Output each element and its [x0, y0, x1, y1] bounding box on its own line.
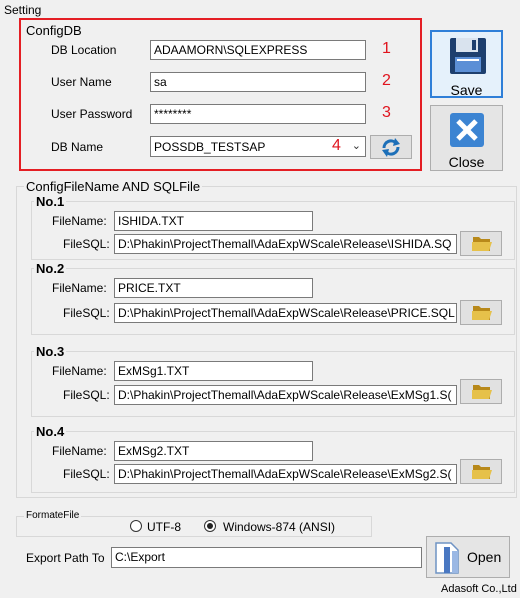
config-files-title: ConfigFileName AND SQLFile: [24, 179, 203, 194]
open-button[interactable]: Open: [426, 536, 510, 578]
filesql-input-3[interactable]: D:\Phakin\ProjectThemall\AdaExpWScale\Re…: [114, 385, 457, 405]
browse-button-4[interactable]: [460, 459, 502, 484]
db-location-label: DB Location: [51, 43, 117, 57]
marker-1: 1: [382, 40, 391, 57]
radio-windows874-label[interactable]: Windows-874 (ANSI): [223, 520, 335, 534]
user-password-input[interactable]: ********: [150, 104, 366, 124]
filename-label-3: FileName:: [52, 364, 107, 378]
user-password-label: User Password: [51, 107, 133, 121]
floppy-disk-icon: [450, 38, 486, 74]
footer-company: Adasoft Co.,Ltd: [441, 583, 517, 595]
format-file-title: FormateFile: [24, 510, 82, 521]
user-name-label: User Name: [51, 75, 112, 89]
filesql-label-1: FileSQL:: [63, 237, 110, 251]
filename-label-2: FileName:: [52, 281, 107, 295]
folder-icon: [472, 237, 492, 251]
radio-windows874[interactable]: [204, 520, 216, 532]
user-name-input[interactable]: sa: [150, 72, 366, 92]
save-label: Save: [450, 82, 483, 98]
filename-label-1: FileName:: [52, 214, 107, 228]
close-label: Close: [448, 154, 485, 170]
file-item-2-title: No.2: [34, 261, 67, 276]
close-button[interactable]: Close: [430, 105, 503, 171]
refresh-icon: [382, 138, 400, 157]
folder-icon: [472, 465, 492, 479]
marker-3: 3: [382, 104, 391, 121]
filename-input-3[interactable]: ExMSg1.TXT: [114, 361, 313, 381]
radio-utf8[interactable]: [130, 520, 142, 532]
browse-button-1[interactable]: [460, 231, 502, 256]
config-db-title: ConfigDB: [26, 23, 82, 38]
file-item-4-title: No.4: [34, 424, 67, 439]
export-path-input[interactable]: C:\Export: [111, 547, 422, 568]
filename-label-4: FileName:: [52, 444, 107, 458]
filesql-label-4: FileSQL:: [63, 467, 110, 481]
open-file-icon: [435, 542, 459, 574]
db-name-value: POSSDB_TESTSAP: [154, 140, 266, 154]
db-location-input[interactable]: ADAAMORN\SQLEXPRESS: [150, 40, 366, 60]
browse-button-3[interactable]: [460, 379, 502, 404]
marker-4: 4: [332, 137, 341, 154]
chevron-down-icon[interactable]: ⌄: [352, 137, 361, 156]
file-item-1-title: No.1: [34, 194, 67, 209]
marker-2: 2: [382, 72, 391, 89]
folder-icon: [472, 385, 492, 399]
filesql-input-1[interactable]: D:\Phakin\ProjectThemall\AdaExpWScale\Re…: [114, 234, 457, 254]
window-title: Setting: [4, 3, 42, 17]
radio-utf8-label[interactable]: UTF-8: [147, 520, 181, 534]
filesql-label-2: FileSQL:: [63, 306, 110, 320]
refresh-button[interactable]: [370, 135, 412, 159]
browse-button-2[interactable]: [460, 300, 502, 325]
export-path-label: Export Path To: [26, 551, 105, 565]
filename-input-2[interactable]: PRICE.TXT: [114, 278, 313, 298]
open-label: Open: [467, 549, 502, 565]
filesql-input-4[interactable]: D:\Phakin\ProjectThemall\AdaExpWScale\Re…: [114, 464, 457, 484]
save-button[interactable]: Save: [430, 30, 503, 98]
filename-input-4[interactable]: ExMSg2.TXT: [114, 441, 313, 461]
file-item-3-title: No.3: [34, 344, 67, 359]
close-icon: [450, 113, 484, 147]
filesql-input-2[interactable]: D:\Phakin\ProjectThemall\AdaExpWScale\Re…: [114, 303, 457, 323]
filename-input-1[interactable]: ISHIDA.TXT: [114, 211, 313, 231]
db-name-label: DB Name: [51, 140, 104, 154]
filesql-label-3: FileSQL:: [63, 388, 110, 402]
folder-icon: [472, 306, 492, 320]
